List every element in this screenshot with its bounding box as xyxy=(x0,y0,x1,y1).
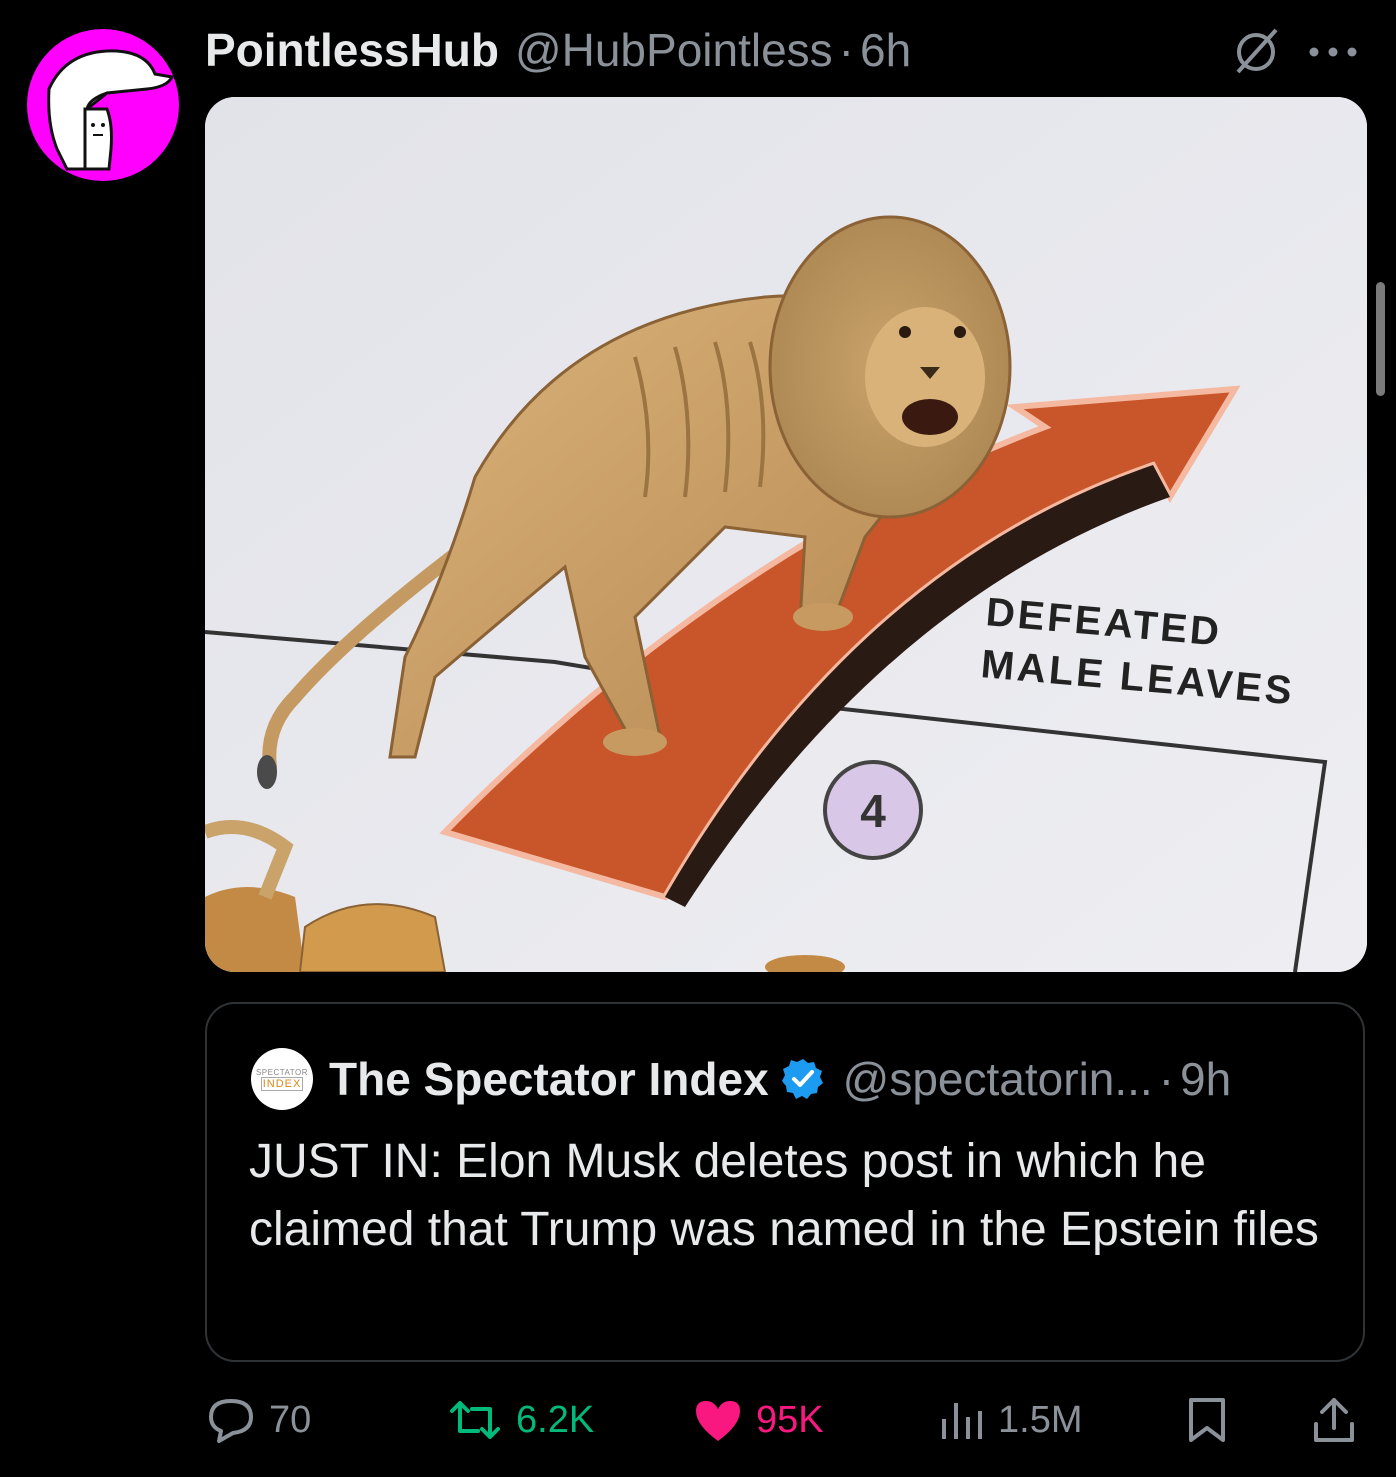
reply-count: 70 xyxy=(269,1398,312,1441)
views-button[interactable]: 1.5M xyxy=(938,1396,1082,1444)
repost-count: 6.2K xyxy=(516,1398,595,1441)
quote-separator: · xyxy=(1158,1053,1175,1105)
separator: · xyxy=(838,24,854,76)
quote-avatar-line1: SPECTATOR xyxy=(255,1067,309,1077)
author-avatar[interactable] xyxy=(27,29,179,181)
verified-icon xyxy=(781,1059,823,1099)
quote-header: SPECTATOR INDEX The Spectator Index @spe… xyxy=(251,1048,1231,1110)
quote-author-name[interactable]: The Spectator Index xyxy=(329,1052,769,1106)
quote-avatar-line2: INDEX xyxy=(260,1076,304,1091)
grok-icon[interactable] xyxy=(1228,22,1284,78)
repost-button[interactable]: 6.2K xyxy=(446,1396,594,1444)
author-name[interactable]: PointlessHub xyxy=(205,23,499,77)
arrow-number: 4 xyxy=(860,785,886,837)
author-handle[interactable]: @HubPointless xyxy=(515,23,833,77)
quote-author-handle[interactable]: @spectatorin... xyxy=(843,1052,1153,1106)
views-icon xyxy=(942,1403,982,1439)
quote-avatar[interactable]: SPECTATOR INDEX xyxy=(251,1048,313,1110)
more-icon[interactable] xyxy=(1300,22,1366,78)
quoted-post[interactable]: SPECTATOR INDEX The Spectator Index @spe… xyxy=(205,1002,1365,1362)
like-button[interactable]: 95K xyxy=(692,1396,824,1444)
share-icon[interactable] xyxy=(1310,1394,1358,1446)
scrollbar[interactable] xyxy=(1376,282,1385,396)
view-count: 1.5M xyxy=(998,1398,1083,1441)
bookmark-icon[interactable] xyxy=(1185,1396,1229,1444)
reply-button[interactable]: 70 xyxy=(205,1396,311,1444)
retweet-icon xyxy=(450,1401,500,1439)
post-time[interactable]: 6h xyxy=(860,23,911,77)
like-count: 95K xyxy=(756,1398,824,1441)
quote-text: JUST IN: Elon Musk deletes post in which… xyxy=(249,1135,1319,1256)
post-image[interactable]: 4 DEFEATED MALE LEAVES xyxy=(205,97,1367,972)
heart-icon xyxy=(696,1401,740,1441)
reply-icon xyxy=(209,1399,253,1443)
post-header: PointlessHub @HubPointless · 6h xyxy=(205,24,911,76)
quote-time[interactable]: 9h xyxy=(1180,1052,1231,1106)
lion-cub xyxy=(205,887,305,972)
